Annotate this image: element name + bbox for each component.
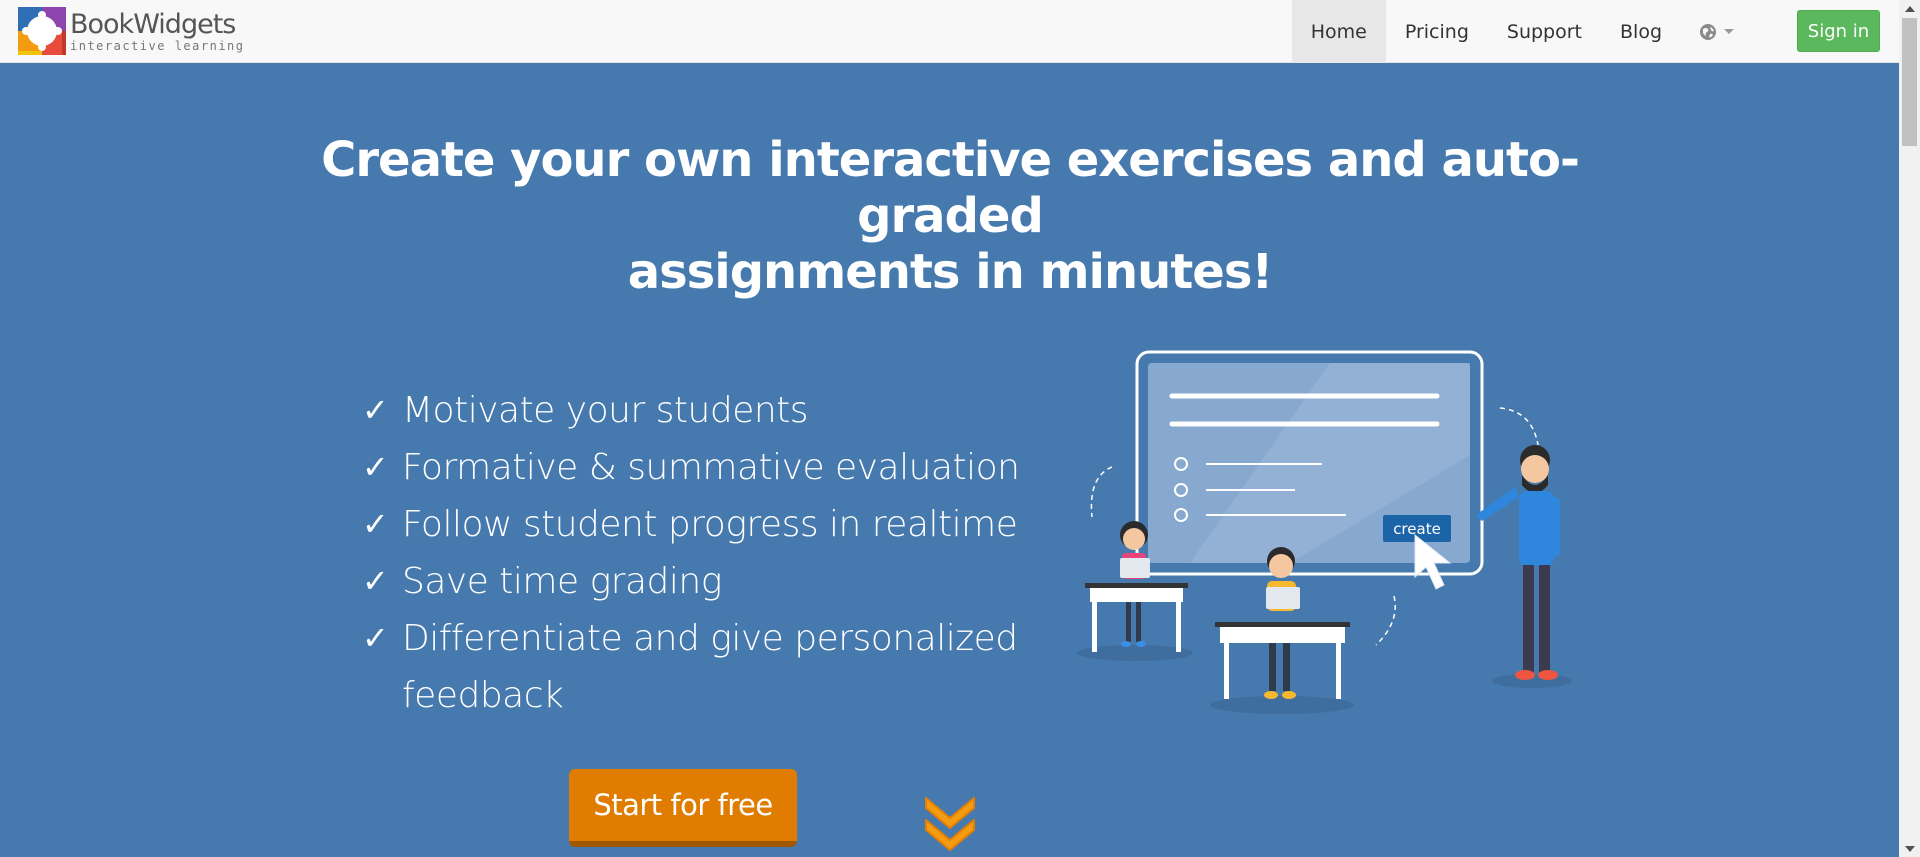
nav-home[interactable]: Home: [1291, 0, 1386, 63]
puzzle-logo-icon: [18, 7, 66, 55]
list-item: ✓ Save time grading: [362, 553, 1022, 610]
hero-headline: Create your own interactive exercises an…: [300, 132, 1600, 300]
illustration-create-label: create: [1393, 520, 1441, 538]
hero-headline-line2: assignments in minutes!: [627, 244, 1274, 300]
scroll-thumb[interactable]: [1902, 18, 1917, 146]
list-item: ✓ Motivate your students: [362, 382, 1022, 439]
globe-icon: [1700, 23, 1716, 40]
feature-text: Save time grading: [402, 561, 722, 602]
double-chevron-down-icon[interactable]: [922, 794, 978, 852]
brand-logo[interactable]: BookWidgets interactive learning: [18, 7, 245, 55]
list-item: ✓ Formative & summative evaluation: [362, 439, 1022, 496]
check-icon: ✓: [362, 505, 389, 543]
list-item: ✓ Differentiate and give personalized fe…: [362, 610, 1022, 724]
hero-headline-line1: Create your own interactive exercises an…: [321, 132, 1580, 244]
feature-text: Differentiate and give personalized feed…: [402, 618, 1018, 716]
chevron-down-icon: [1724, 29, 1734, 34]
check-icon: ✓: [362, 619, 389, 657]
check-icon: ✓: [362, 448, 389, 486]
sign-in-button[interactable]: Sign in: [1797, 10, 1880, 52]
scroll-down-button[interactable]: [1899, 840, 1920, 857]
brand-name: BookWidgets: [70, 8, 236, 40]
nav-blog[interactable]: Blog: [1601, 0, 1681, 63]
nav-pricing[interactable]: Pricing: [1386, 0, 1488, 63]
feature-text: Formative & summative evaluation: [402, 447, 1020, 488]
feature-text: Follow student progress in realtime: [402, 504, 1018, 545]
scroll-up-button[interactable]: [1899, 0, 1920, 17]
feature-text: Motivate your students: [402, 390, 809, 431]
nav-support[interactable]: Support: [1488, 0, 1601, 63]
classroom-illustration: create: [1077, 350, 1572, 714]
check-icon: ✓: [362, 562, 389, 600]
feature-list: ✓ Motivate your students ✓ Formative & s…: [362, 382, 1022, 724]
start-for-free-button[interactable]: Start for free: [569, 769, 797, 847]
arrow-up-icon: [1904, 5, 1915, 12]
list-item: ✓ Follow student progress in realtime: [362, 496, 1022, 553]
main-nav: Home Pricing Support Blog: [1291, 0, 1756, 63]
check-icon: ✓: [362, 391, 389, 429]
brand-tagline: interactive learning: [70, 38, 245, 53]
top-navbar: BookWidgets interactive learning Home Pr…: [0, 0, 1899, 63]
language-dropdown[interactable]: [1681, 0, 1756, 63]
page-scrollbar[interactable]: [1899, 0, 1920, 857]
arrow-down-icon: [1904, 845, 1915, 852]
